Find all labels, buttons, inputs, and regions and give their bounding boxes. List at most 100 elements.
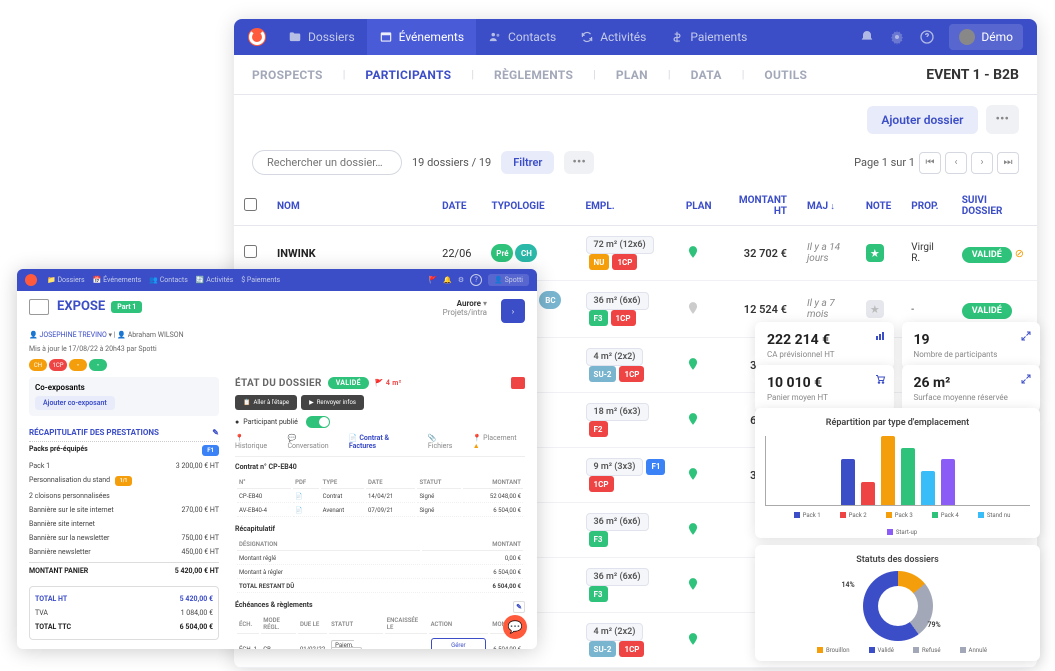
col-typologie[interactable]: TYPOLOGIE — [481, 187, 575, 226]
flag-icon[interactable]: 🚩 — [428, 276, 437, 284]
detail-left-column: Co-exposants Ajouter co-exposant RÉCAPIT… — [29, 377, 219, 649]
page-first-button[interactable]: ⏮ — [919, 152, 941, 174]
contrat-title: Contrat n° CP-EB40 — [235, 463, 525, 471]
contact-link-1[interactable]: JOSEPHINE TREVINO — [39, 331, 106, 339]
donut-chart — [863, 571, 933, 641]
bar-chart-title: Répartition par type d'emplacement — [765, 418, 1030, 428]
goto-step-button[interactable]: 📋 Aller à l'étape — [235, 395, 297, 410]
help-icon[interactable] — [919, 29, 935, 45]
donut-chart-card: Statuts des dossiers 14% 79% BrouillonVa… — [755, 545, 1040, 661]
detail-next-button[interactable]: › — [501, 299, 525, 323]
alert-icon[interactable] — [511, 377, 525, 389]
tab-fichiers[interactable]: 📎 Fichiers — [428, 434, 463, 450]
location-pin-icon — [686, 245, 700, 259]
col-date[interactable]: DATE — [432, 187, 481, 226]
search-input[interactable] — [252, 150, 402, 175]
manage-payment-button[interactable]: Gérer paiement — [431, 638, 487, 649]
col-maj[interactable]: MAJ — [797, 187, 856, 226]
page-prev-button[interactable]: ‹ — [945, 152, 967, 174]
contacts-icon — [488, 30, 502, 44]
nav-activites[interactable]: Activités — [568, 19, 658, 55]
filter-more-button[interactable]: ••• — [564, 151, 594, 174]
expand-icon[interactable] — [1020, 373, 1032, 385]
col-montant[interactable]: MONTANT HT — [722, 187, 797, 226]
detail-user[interactable]: 👤 Spotti — [488, 274, 529, 286]
tab-data[interactable]: DATA — [691, 68, 722, 82]
chat-fab-button[interactable]: 💬 — [503, 615, 527, 639]
star-icon: ★ — [866, 300, 884, 318]
select-all-checkbox[interactable] — [244, 198, 257, 211]
nav-dossiers[interactable]: Dossiers — [276, 19, 367, 55]
detail-nav-dossiers[interactable]: 📁 Dossiers — [47, 276, 85, 284]
chip-2: 1CP — [49, 359, 67, 371]
resend-button[interactable]: ▶ Renvoyer infos — [301, 395, 364, 410]
stats-row-1: 222 214 € CA prévisionnel HT 19 Nombre d… — [755, 322, 1040, 369]
tab-plan[interactable]: PLAN — [616, 68, 648, 82]
tab-placement[interactable]: 📍 Placement ▲ — [473, 434, 525, 450]
detail-nav-evenements[interactable]: 📅 Événements — [93, 276, 142, 284]
detail-nav-paiements[interactable]: $ Paiements — [241, 276, 280, 284]
calendar-icon — [379, 30, 393, 44]
tab-conversation[interactable]: 💬 Conversation — [287, 434, 338, 450]
chart-bar — [941, 459, 955, 505]
detail-panel: 📁 Dossiers 📅 Événements 👥 Contacts 🔄 Act… — [17, 269, 537, 649]
tab-prospects[interactable]: PROSPECTS — [252, 68, 323, 82]
nav-paiements[interactable]: Paiements — [658, 19, 759, 55]
bell-icon-small[interactable]: 🔔 — [443, 276, 452, 284]
expand-icon[interactable] — [1020, 330, 1032, 342]
col-nom[interactable]: NOM — [267, 187, 432, 226]
tab-reglements[interactable]: RÈGLEMENTS — [494, 68, 573, 82]
add-dossier-button[interactable]: Ajouter dossier — [867, 106, 977, 134]
table-row[interactable]: CP-EB40📄Contrat14/04/21Signé52 048,00 € — [237, 491, 523, 503]
detail-nav-contacts[interactable]: 👥 Contacts — [149, 276, 188, 284]
page-last-button[interactable]: ⏭ — [997, 152, 1019, 174]
stat-nb: 19 Nombre de participants — [902, 322, 1041, 369]
detail-contacts: 👤 JOSEPHINE TREVINO ▾ | 👤 Abraham WILSON — [17, 331, 537, 345]
stat-ca: 222 214 € CA prévisionnel HT — [755, 322, 894, 369]
location-pin-icon — [686, 301, 700, 315]
status-badge: VALIDÉ — [962, 247, 1012, 263]
more-button[interactable]: ••• — [986, 105, 1020, 134]
col-plan[interactable]: PLAN — [676, 187, 722, 226]
detail-nav-activites[interactable]: 🔄 Activités — [196, 276, 233, 284]
edit-echeances-button[interactable]: ✎ — [513, 601, 525, 613]
location-pin-icon — [686, 577, 700, 591]
help-icon-small[interactable]: ? — [470, 274, 482, 286]
table-row[interactable]: AV-EB40-4📄Avenant07/09/21Signé6 504,00 € — [237, 505, 523, 517]
tab-outils[interactable]: OUTILS — [764, 68, 807, 82]
page-next-button[interactable]: › — [971, 152, 993, 174]
edit-icon[interactable]: ✎ — [212, 428, 219, 437]
chip-4: • — [89, 359, 107, 371]
publish-toggle[interactable]: ● Participant publié — [235, 416, 525, 428]
etat-dossier-title: ÉTAT DU DOSSIER VALIDÉ 🚩 4 m² — [235, 377, 525, 389]
avatar-icon — [959, 29, 975, 45]
col-note[interactable]: NOTE — [856, 187, 901, 226]
tab-historique[interactable]: 📍 Historique — [235, 434, 277, 450]
coexposants-box: Co-exposants Ajouter co-exposant — [29, 377, 219, 416]
col-suivi[interactable]: SUIVI DOSSIER — [952, 187, 1037, 226]
filter-bar: 19 dossiers / 19 Filtrer ••• Page 1 sur … — [234, 144, 1037, 187]
gear-icon-small[interactable]: ⚙ — [458, 276, 464, 284]
row-checkbox[interactable] — [244, 245, 257, 258]
detail-chips: CH 1CP • • — [17, 359, 537, 377]
cart-icon — [874, 373, 886, 385]
nav-contacts[interactable]: Contacts — [476, 19, 568, 55]
chart-bar — [901, 448, 915, 506]
user-menu[interactable]: Démo — [949, 24, 1023, 50]
col-prop[interactable]: PROP. — [901, 187, 951, 226]
tab-participants[interactable]: PARTICIPANTS — [365, 68, 451, 82]
gear-icon[interactable] — [889, 29, 905, 45]
nav-evenements[interactable]: Événements — [367, 19, 476, 55]
tab-contrat[interactable]: 📄 Contrat & Factures — [349, 434, 418, 450]
filter-button[interactable]: Filtrer — [501, 151, 554, 174]
refresh-icon — [580, 30, 594, 44]
stat-panier: 10 010 € Panier moyen HT — [755, 365, 894, 412]
col-empl[interactable]: EMPL. — [576, 187, 676, 226]
contrat-table: N°PDFTYPEDATESTATUTMONTANT CP-EB40📄Contr… — [235, 475, 525, 519]
add-coexposant-button[interactable]: Ajouter co-exposant — [35, 396, 115, 410]
table-row[interactable]: ÉCH. 1CB01/02/22 Paiem. enregistré - Gér… — [237, 636, 523, 649]
stat-surface: 26 m² Surface moyenne réservée — [902, 365, 1041, 412]
bell-icon[interactable] — [859, 29, 875, 45]
app-logo-small[interactable] — [25, 274, 37, 286]
app-logo[interactable] — [248, 28, 266, 46]
